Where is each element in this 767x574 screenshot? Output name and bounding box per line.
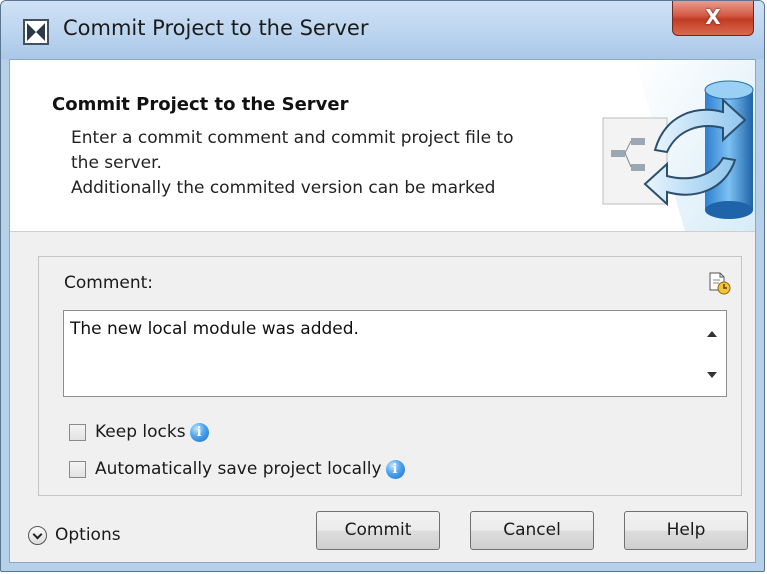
server-commit-graphic-icon bbox=[595, 60, 755, 231]
info-icon[interactable]: i bbox=[189, 422, 209, 442]
auto-save-row: Automatically save project locally i bbox=[69, 457, 405, 481]
header-description-line: Additionally the commited version can be… bbox=[71, 178, 496, 198]
header-description-line: the server. bbox=[71, 153, 162, 173]
keep-locks-row: Keep locks i bbox=[69, 420, 209, 444]
info-icon[interactable]: i bbox=[385, 459, 405, 479]
close-button[interactable]: X bbox=[672, 1, 754, 36]
auto-save-checkbox[interactable] bbox=[69, 460, 86, 478]
keep-locks-checkbox[interactable] bbox=[69, 423, 86, 441]
keep-locks-label: Keep locks bbox=[95, 422, 186, 442]
comment-textarea[interactable]: The new local module was added. bbox=[63, 310, 727, 397]
window-title: Commit Project to the Server bbox=[63, 16, 369, 40]
options-label: Options bbox=[55, 525, 121, 545]
auto-save-label: Automatically save project locally bbox=[95, 459, 382, 479]
comment-scrollbar[interactable] bbox=[698, 311, 726, 396]
scroll-up-icon[interactable] bbox=[707, 331, 717, 337]
dialog-content: Commit Project to the Server Enter a com… bbox=[9, 59, 756, 563]
commit-dialog-window: Commit Project to the Server X Commit Pr… bbox=[0, 0, 765, 572]
header-title: Commit Project to the Server bbox=[52, 94, 349, 115]
close-icon: X bbox=[705, 5, 721, 29]
comment-history-icon[interactable] bbox=[707, 271, 731, 295]
comment-panel: Comment: The new local module was added. bbox=[38, 256, 742, 496]
scroll-down-icon[interactable] bbox=[707, 372, 717, 378]
comment-label: Comment: bbox=[64, 273, 154, 293]
cancel-button[interactable]: Cancel bbox=[470, 511, 594, 550]
header-description-line: Enter a commit comment and commit projec… bbox=[71, 128, 514, 148]
header-banner: Commit Project to the Server Enter a com… bbox=[10, 60, 755, 232]
app-icon bbox=[23, 19, 49, 45]
help-button[interactable]: Help bbox=[624, 511, 748, 550]
options-toggle[interactable]: Options bbox=[28, 520, 121, 550]
header-description: Enter a commit comment and commit projec… bbox=[71, 126, 591, 201]
title-bar[interactable]: Commit Project to the Server X bbox=[1, 1, 764, 59]
comment-text: The new local module was added. bbox=[70, 319, 359, 339]
chevron-down-icon bbox=[28, 525, 47, 545]
commit-button[interactable]: Commit bbox=[316, 511, 440, 550]
